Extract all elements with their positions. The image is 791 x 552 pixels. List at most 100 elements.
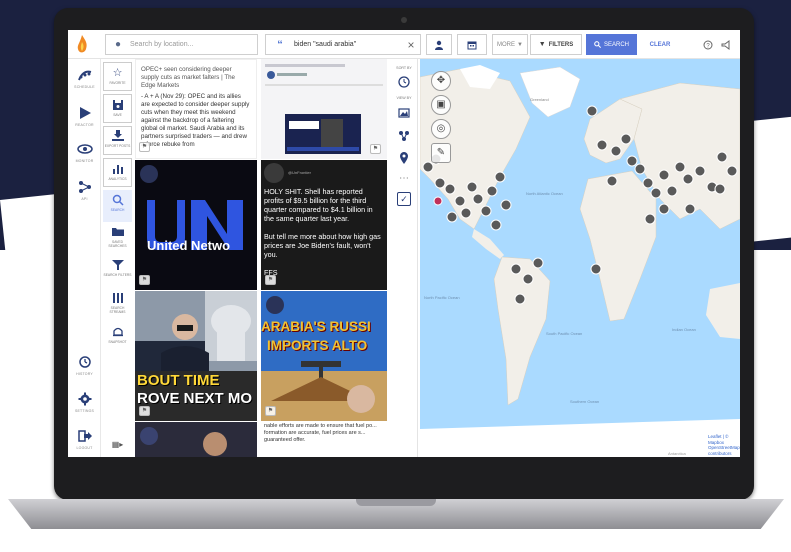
image-view-icon[interactable] xyxy=(397,106,411,120)
subnav-label: SNAPSHOT xyxy=(108,340,127,344)
sidebar-item-monitor[interactable]: MONITOR xyxy=(68,142,101,163)
sidebar-item-settings[interactable]: SETTINGS xyxy=(68,392,101,413)
favorite-button[interactable]: ☆ FAVORITE xyxy=(103,62,132,91)
sidebar-item-label: HISTORY xyxy=(76,372,93,376)
save-button[interactable]: SAVE xyxy=(103,94,132,123)
post-body: - A + A (Nov 29): OPEC and its allies ar… xyxy=(141,93,250,148)
more-dropdown[interactable]: MORE ▼ xyxy=(492,34,528,55)
more-dots-icon[interactable]: ⋯ xyxy=(397,172,411,186)
oil-news-image xyxy=(261,291,387,421)
announcement-icon[interactable] xyxy=(719,34,733,55)
star-icon: ☆ xyxy=(112,67,123,79)
world-map[interactable]: ✥ ▣ ◎ ✎ Greenland North Atlantic Ocean N… xyxy=(420,59,740,457)
network-nodes-icon xyxy=(78,181,91,193)
map-label-north-atlantic: North Atlantic Ocean xyxy=(526,191,563,196)
snapshot-tab[interactable]: SNAPSHOT xyxy=(103,326,132,356)
map-attribution[interactable]: Leaflet | © Mapbox OpenStreetMap contrib… xyxy=(706,433,740,457)
more-label: MORE xyxy=(497,41,516,48)
keyword-value: biden "saudi arabia" xyxy=(294,41,357,48)
bar-chart-icon xyxy=(112,165,123,174)
keyword-search-input[interactable]: “ biden "saudi arabia" × xyxy=(265,34,421,55)
subnav-label: SEARCH FILTERS xyxy=(103,273,132,277)
clock-sort-icon[interactable] xyxy=(397,75,411,89)
post-card-text-partial[interactable]: nable efforts are made to ensure that fu… xyxy=(261,422,387,457)
post-card-video[interactable]: United Netwo ⚑ xyxy=(135,160,257,290)
location-search-input[interactable]: ● Search by location... xyxy=(105,34,258,55)
folder-icon xyxy=(111,228,124,236)
export-posts-button[interactable]: EXPORT POSTS xyxy=(103,126,132,155)
avatar xyxy=(264,163,284,183)
subnav-label: FAVORITE xyxy=(109,81,126,85)
history-clock-icon xyxy=(78,356,91,368)
funnel-icon: ▼ xyxy=(538,41,546,48)
help-icon[interactable]: ? xyxy=(701,34,715,55)
search-icon xyxy=(594,41,601,48)
sidebar-item-history[interactable]: HISTORY xyxy=(68,355,101,376)
search-icon xyxy=(112,194,124,206)
checkbox-select-icon[interactable]: ✓ xyxy=(397,192,411,206)
search-filters-tab[interactable]: SEARCH FILTERS xyxy=(103,259,132,289)
signal-waves-icon xyxy=(77,70,91,81)
camera-dot xyxy=(401,17,407,23)
clear-keyword-icon[interactable]: × xyxy=(402,38,420,52)
location-placeholder: Search by location... xyxy=(130,41,194,48)
post-card-tweet-screenshot[interactable]: ⚑ xyxy=(261,59,387,159)
sidebar-item-label: API xyxy=(81,197,88,201)
streams-columns-icon xyxy=(112,293,123,303)
map-label-indian: Indian Ocean xyxy=(672,327,696,332)
laptop-notch xyxy=(356,499,436,506)
subnav-label: SEARCH xyxy=(110,208,125,212)
post-card-news-image[interactable]: BOUT TIME ROVE NEXT MO ⚑ xyxy=(135,291,257,421)
sidebar-item-label: SETTINGS xyxy=(74,409,95,413)
pan-map-icon[interactable]: ✥ xyxy=(431,71,451,91)
eye-icon xyxy=(76,144,93,154)
overlay-line-1: ARABIA'S RUSSI xyxy=(261,319,371,334)
user-filter-button[interactable] xyxy=(426,34,452,55)
play-triangle-icon xyxy=(79,107,91,119)
analytics-button[interactable]: ANALYTICS xyxy=(103,158,132,187)
flag-icon[interactable]: ⚑ xyxy=(265,406,276,416)
clear-button[interactable]: CLEAR xyxy=(640,34,680,55)
saved-searches-tab[interactable]: SAVED SEARCHES xyxy=(103,226,132,256)
post-feed: OPEC+ seen considering deeper supply cut… xyxy=(135,59,387,457)
subnav-label: ANALYTICS xyxy=(108,177,127,181)
fit-bounds-icon[interactable]: ▣ xyxy=(431,95,451,115)
flag-icon[interactable]: ⚑ xyxy=(265,275,276,285)
search-label: SEARCH xyxy=(603,41,629,48)
sidebar-item-logout[interactable]: LOGOUT xyxy=(68,429,101,450)
sidebar-item-reactor[interactable]: REACTOR xyxy=(68,106,101,127)
search-tab[interactable]: SEARCH xyxy=(103,190,132,222)
flame-logo-icon xyxy=(77,35,87,53)
subnav-label: EXPORT POSTS xyxy=(104,144,131,148)
floppy-disk-icon xyxy=(112,100,123,110)
sidebar-item-api[interactable]: API xyxy=(68,180,101,201)
post-card-partial[interactable] xyxy=(135,422,257,457)
people-network-icon[interactable] xyxy=(397,129,411,143)
subnav-label: SAVE xyxy=(113,113,122,117)
flag-icon[interactable]: ⚑ xyxy=(139,275,150,285)
search-streams-tab[interactable]: SEARCH STREAMS xyxy=(103,292,132,322)
flag-icon[interactable]: ⚑ xyxy=(139,406,150,416)
post-card-article[interactable]: OPEC+ seen considering deeper supply cut… xyxy=(135,59,257,159)
locate-me-icon[interactable]: ◎ xyxy=(431,119,451,139)
filters-button[interactable]: ▼ FILTERS xyxy=(530,34,582,55)
flag-icon[interactable]: ⚑ xyxy=(370,144,381,154)
map-label-north-pacific: North Pacific Ocean xyxy=(424,295,460,300)
flag-icon[interactable]: ⚑ xyxy=(139,142,150,152)
bell-icon xyxy=(112,327,123,337)
date-filter-button[interactable] xyxy=(457,34,487,55)
map-pin-icon[interactable] xyxy=(397,151,411,165)
grid-view-toggle[interactable]: ▦▸ xyxy=(103,439,132,453)
overlay-line-2: ROVE NEXT MO xyxy=(137,390,253,407)
post-card-oil-image[interactable]: ARABIA'S RUSSI IMPORTS ALTO ⚑ xyxy=(261,291,387,421)
draw-edit-icon[interactable]: ✎ xyxy=(431,143,451,163)
search-button[interactable]: SEARCH xyxy=(586,34,637,55)
download-tray-icon xyxy=(111,130,124,141)
clear-label: CLEAR xyxy=(649,41,671,48)
sidebar-item-label: LOGOUT xyxy=(76,446,93,450)
top-bar: ● Search by location... “ biden "saudi a… xyxy=(68,30,740,59)
app-screen: ● Search by location... “ biden "saudi a… xyxy=(68,30,740,457)
sidebar-item-schedule[interactable]: SCHEDULE xyxy=(68,68,101,89)
logout-arrow-icon xyxy=(77,430,92,442)
post-card-tweet-text[interactable]: @UnFrontier HOLY SHIT. Shell has reporte… xyxy=(261,160,387,290)
